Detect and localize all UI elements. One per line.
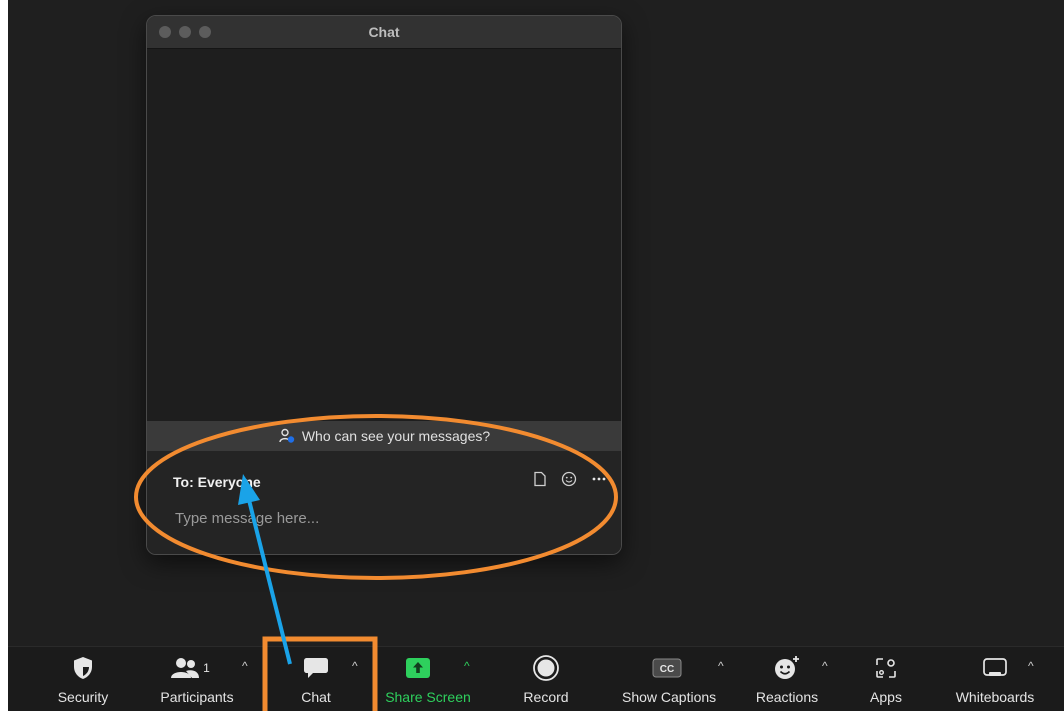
whiteboard-icon (983, 658, 1007, 676)
participants-options-caret[interactable]: ^ (242, 659, 248, 673)
reactions-options-caret[interactable]: ^ (822, 659, 828, 673)
apps-button[interactable]: Apps (868, 647, 904, 711)
whiteboards-label: Whiteboards (955, 689, 1035, 705)
apps-icon (876, 658, 896, 678)
show-captions-label: Show Captions (622, 689, 717, 705)
share-screen-button[interactable]: ^ Share Screen (385, 647, 471, 711)
closed-captions-icon: CC (652, 658, 682, 678)
chat-titlebar[interactable]: Chat (147, 16, 621, 49)
share-screen-label: Share Screen (385, 689, 471, 705)
show-captions-button[interactable]: CC ^ Show Captions (622, 647, 724, 711)
people-visibility-icon (279, 428, 295, 443)
more-options-icon[interactable] (591, 471, 607, 491)
message-visibility-notice[interactable]: Who can see your messages? (147, 421, 621, 451)
chat-label: Chat (301, 689, 331, 705)
security-button[interactable]: Security (53, 647, 113, 711)
reactions-label: Reactions (755, 689, 819, 705)
participants-icon (171, 658, 200, 678)
chat-compose-area: To: Everyone (147, 451, 621, 554)
file-icon[interactable] (533, 471, 547, 491)
participants-count: 1 (203, 661, 210, 675)
whiteboards-options-caret[interactable]: ^ (1028, 659, 1034, 673)
reactions-button[interactable]: ^ Reactions (756, 647, 828, 711)
record-icon (533, 655, 559, 681)
chat-button[interactable]: ^ Chat (296, 647, 358, 711)
participants-label: Participants (160, 689, 234, 705)
participants-button[interactable]: 1 ^ Participants (152, 647, 248, 711)
meeting-screen: Chat Who can see your messages? To: Ever… (8, 0, 1064, 711)
recipient-selector[interactable]: To: Everyone (173, 474, 261, 490)
compose-tools (533, 471, 607, 491)
whiteboards-button[interactable]: ^ Whiteboards (956, 647, 1034, 711)
chat-messages-area (147, 49, 621, 421)
apps-label: Apps (870, 689, 902, 705)
record-button[interactable]: Record (518, 647, 574, 711)
chat-options-caret[interactable]: ^ (352, 659, 358, 673)
share-screen-icon (406, 658, 430, 678)
share-screen-options-caret[interactable]: ^ (464, 659, 470, 673)
record-label: Record (523, 689, 569, 705)
chat-window: Chat Who can see your messages? To: Ever… (146, 15, 622, 555)
captions-options-caret[interactable]: ^ (718, 659, 724, 673)
captions-icon-text: CC (660, 664, 674, 675)
shield-icon (74, 657, 92, 679)
chat-bubble-icon (304, 658, 328, 678)
meeting-toolbar: Security 1 ^ Participants ^ Chat ^ Share… (8, 646, 1064, 711)
reactions-icon (775, 656, 799, 679)
visibility-notice-text: Who can see your messages? (301, 428, 491, 444)
emoji-icon[interactable] (561, 471, 577, 491)
message-input[interactable] (173, 509, 597, 528)
security-label: Security (57, 689, 109, 705)
chat-window-title: Chat (368, 24, 400, 40)
